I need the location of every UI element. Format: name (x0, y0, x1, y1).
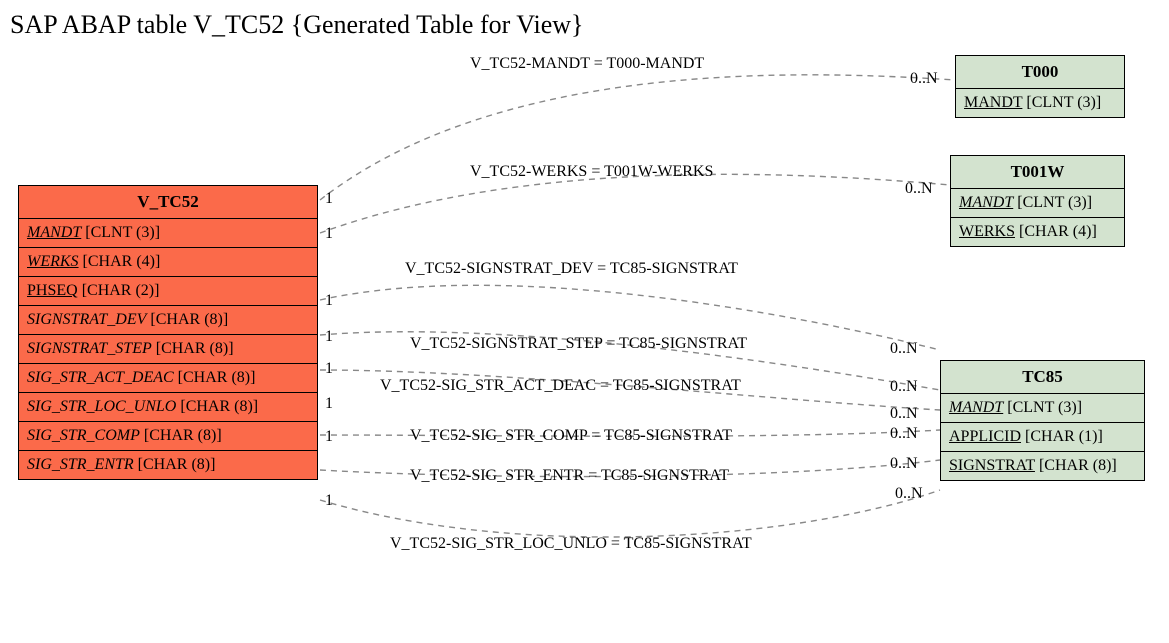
table-field: SIGNSTRAT_STEP [CHAR (8)] (19, 335, 317, 364)
page-title: SAP ABAP table V_TC52 {Generated Table f… (10, 10, 584, 40)
relation-label: V_TC52-MANDT = T000-MANDT (470, 55, 704, 73)
table-t001w: T001W MANDT [CLNT (3)]WERKS [CHAR (4)] (950, 155, 1125, 247)
table-header: V_TC52 (19, 186, 317, 219)
relation-label: V_TC52-WERKS = T001W-WERKS (470, 163, 713, 181)
table-field: MANDT [CLNT (3)] (19, 219, 317, 248)
table-header: T001W (951, 156, 1124, 189)
relation-label: V_TC52-SIG_STR_COMP = TC85-SIGNSTRAT (410, 427, 732, 445)
cardinality-left: 1 (325, 225, 333, 243)
table-field: WERKS [CHAR (4)] (19, 248, 317, 277)
relation-label: V_TC52-SIG_STR_ENTR = TC85-SIGNSTRAT (410, 467, 729, 485)
table-header: TC85 (941, 361, 1144, 394)
relation-label: V_TC52-SIG_STR_ACT_DEAC = TC85-SIGNSTRAT (380, 377, 741, 395)
cardinality-right: 0..N (890, 425, 918, 443)
cardinality-right: 0..N (905, 180, 933, 198)
table-field: MANDT [CLNT (3)] (951, 189, 1124, 218)
table-vtc52: V_TC52 MANDT [CLNT (3)]WERKS [CHAR (4)]P… (18, 185, 318, 480)
cardinality-left: 1 (325, 190, 333, 208)
table-field: WERKS [CHAR (4)] (951, 218, 1124, 246)
table-field: APPLICID [CHAR (1)] (941, 423, 1144, 452)
cardinality-left: 1 (325, 360, 333, 378)
table-t000: T000 MANDT [CLNT (3)] (955, 55, 1125, 118)
cardinality-right: 0..N (890, 405, 918, 423)
cardinality-right: 0..N (890, 378, 918, 396)
cardinality-right: 0..N (890, 455, 918, 473)
table-field: SIG_STR_ACT_DEAC [CHAR (8)] (19, 364, 317, 393)
table-field: SIG_STR_LOC_UNLO [CHAR (8)] (19, 393, 317, 422)
cardinality-left: 1 (325, 492, 333, 510)
table-field: SIGNSTRAT_DEV [CHAR (8)] (19, 306, 317, 335)
cardinality-left: 1 (325, 428, 333, 446)
table-field: SIG_STR_COMP [CHAR (8)] (19, 422, 317, 451)
table-field: PHSEQ [CHAR (2)] (19, 277, 317, 306)
cardinality-left: 1 (325, 395, 333, 413)
table-tc85: TC85 MANDT [CLNT (3)]APPLICID [CHAR (1)]… (940, 360, 1145, 481)
table-field: MANDT [CLNT (3)] (941, 394, 1144, 423)
relation-label: V_TC52-SIG_STR_LOC_UNLO = TC85-SIGNSTRAT (390, 535, 752, 553)
relation-label: V_TC52-SIGNSTRAT_STEP = TC85-SIGNSTRAT (410, 335, 747, 353)
cardinality-left: 1 (325, 292, 333, 310)
table-field: SIG_STR_ENTR [CHAR (8)] (19, 451, 317, 479)
cardinality-right: 0..N (890, 340, 918, 358)
cardinality-left: 1 (325, 328, 333, 346)
cardinality-right: 0..N (895, 485, 923, 503)
table-field: MANDT [CLNT (3)] (956, 89, 1124, 117)
relation-label: V_TC52-SIGNSTRAT_DEV = TC85-SIGNSTRAT (405, 260, 738, 278)
cardinality-right: 0..N (910, 70, 938, 88)
table-header: T000 (956, 56, 1124, 89)
table-field: SIGNSTRAT [CHAR (8)] (941, 452, 1144, 480)
